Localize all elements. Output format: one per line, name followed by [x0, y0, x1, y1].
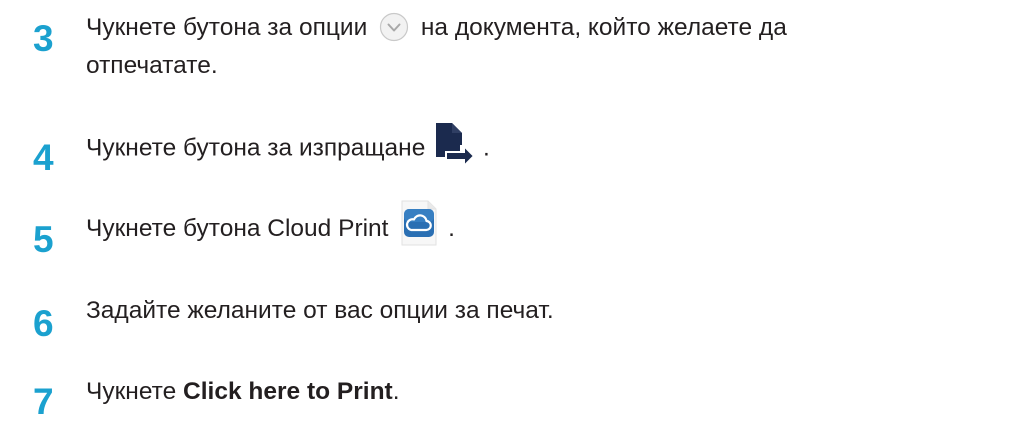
send-icon — [436, 123, 476, 169]
step-text-part: . — [448, 215, 455, 242]
step-number: 5 — [33, 219, 54, 260]
step-text-part: . — [392, 378, 400, 405]
step-number: 4 — [33, 137, 54, 178]
cloud-print-icon — [401, 200, 437, 246]
step-text-part: Чукнете бутона за изпращане — [86, 134, 426, 162]
step-text: Чукнете бутона за изпращане . — [86, 123, 490, 169]
step-text: Чукнете Click here to Print. — [86, 374, 400, 410]
step-text-part: Чукнете — [86, 378, 184, 405]
step-text-part: на документа, който желаете да — [420, 14, 787, 41]
step-text: Чукнете бутона Cloud Print . — [86, 200, 455, 247]
options-chevron-icon — [379, 12, 409, 41]
step-text: Задайте желаните от вас опции за печат. — [86, 297, 554, 324]
step-number: 7 — [33, 381, 54, 422]
print-button-label: Click here to Print — [183, 378, 393, 405]
step-text-part: Чукнете бутона за опции — [86, 14, 368, 41]
step-number: 3 — [33, 18, 54, 59]
step-text-part: . — [482, 134, 490, 162]
step-text-line2: отпечатате. — [86, 52, 218, 79]
step-number: 6 — [33, 303, 54, 344]
step-text-part: Чукнете бутона Cloud Print — [86, 215, 389, 242]
step-text: Чукнете бутона за опции на документа, ко… — [86, 10, 787, 79]
